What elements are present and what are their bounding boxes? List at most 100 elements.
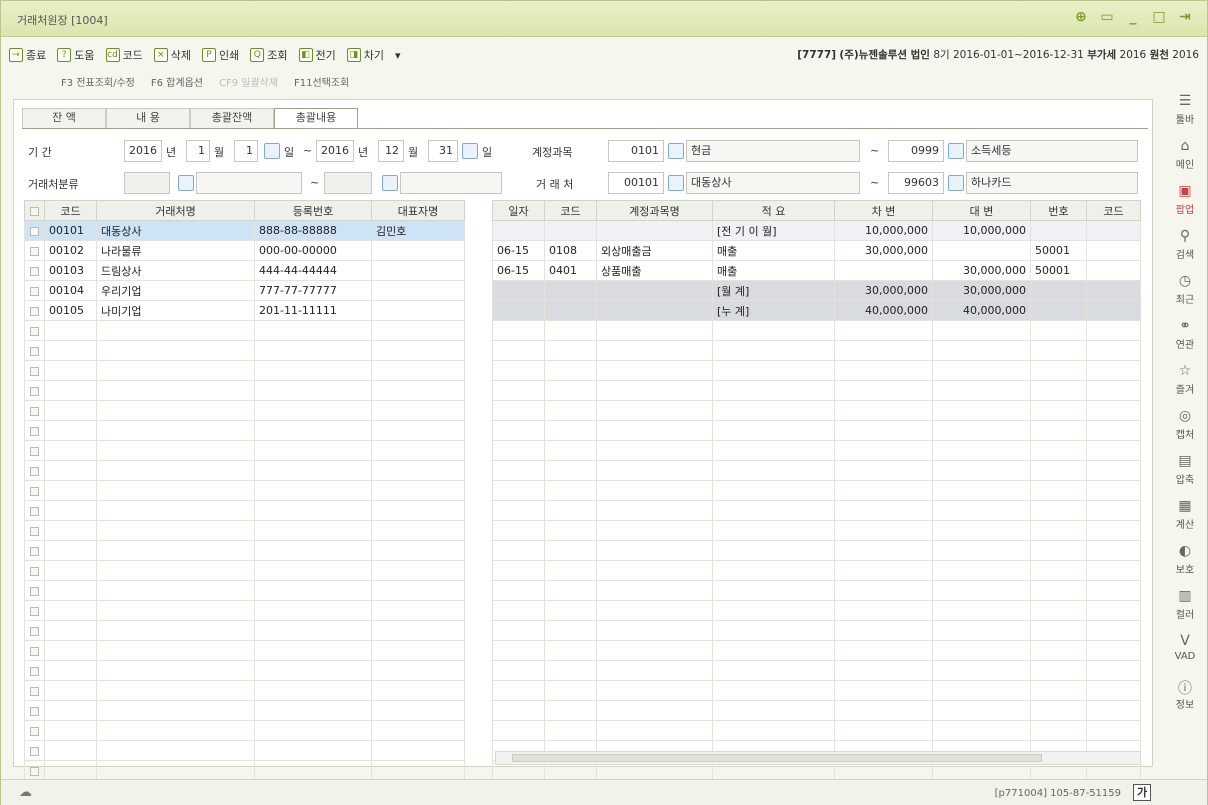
cell-code[interactable] xyxy=(544,360,597,381)
cell-code[interactable] xyxy=(44,540,97,561)
cloud-icon[interactable]: ☁ xyxy=(19,785,32,800)
cell-date[interactable] xyxy=(492,480,545,501)
cell-account[interactable] xyxy=(596,560,713,581)
cell-code[interactable] xyxy=(44,380,97,401)
cell-ceo[interactable] xyxy=(371,240,465,261)
cell-reg[interactable] xyxy=(254,580,372,601)
cell-code[interactable] xyxy=(44,620,97,641)
cell-code2[interactable] xyxy=(1086,560,1141,581)
row-checkbox[interactable] xyxy=(24,580,45,601)
cell-name[interactable] xyxy=(96,520,255,541)
cell-ceo[interactable] xyxy=(371,320,465,341)
cell-code[interactable] xyxy=(44,520,97,541)
cell-code[interactable] xyxy=(544,300,597,321)
row-checkbox[interactable] xyxy=(24,660,45,681)
col-account-name[interactable]: 계정과목명 xyxy=(596,200,713,221)
cell-date[interactable] xyxy=(492,440,545,461)
toolbar-button-1[interactable]: ? 도움 xyxy=(57,47,95,63)
cell-reg[interactable] xyxy=(254,320,372,341)
cell-code[interactable] xyxy=(544,320,597,341)
cell-debit[interactable] xyxy=(834,640,933,661)
cell-memo[interactable]: 매출 xyxy=(712,240,835,261)
cell-reg[interactable]: 201-11-11111 xyxy=(254,300,372,321)
table-row[interactable] xyxy=(24,600,465,621)
table-row[interactable] xyxy=(492,540,1141,561)
cell-date[interactable] xyxy=(492,380,545,401)
cell-account[interactable] xyxy=(596,360,713,381)
cell-debit[interactable] xyxy=(834,600,933,621)
table-row[interactable] xyxy=(492,480,1141,501)
cell-credit[interactable]: 30,000,000 xyxy=(932,260,1031,281)
cell-code[interactable] xyxy=(44,700,97,721)
table-row[interactable] xyxy=(492,460,1141,481)
cell-code[interactable]: 00105 xyxy=(44,300,97,321)
table-row[interactable]: 06-15 0401 상품매출 매출 30,000,000 50001 xyxy=(492,260,1141,281)
table-row[interactable]: 00101 대동상사 888-88-88888 김민호 xyxy=(24,220,465,241)
cell-code[interactable] xyxy=(44,740,97,761)
cell-memo[interactable] xyxy=(712,540,835,561)
cell-debit[interactable] xyxy=(834,540,933,561)
cell-reg[interactable] xyxy=(254,720,372,741)
cell-reg[interactable] xyxy=(254,560,372,581)
cell-ceo[interactable] xyxy=(371,420,465,441)
cell-name[interactable] xyxy=(96,340,255,361)
cell-code[interactable] xyxy=(44,360,97,381)
col-account-code[interactable]: 코드 xyxy=(544,200,597,221)
row-checkbox[interactable] xyxy=(24,260,45,281)
table-row[interactable]: 00105 나미기업 201-11-11111 xyxy=(24,300,465,321)
cell-code2[interactable] xyxy=(1086,580,1141,601)
cell-code[interactable] xyxy=(544,280,597,301)
row-checkbox[interactable] xyxy=(24,560,45,581)
cell-ceo[interactable] xyxy=(371,300,465,321)
cell-code[interactable] xyxy=(44,680,97,701)
lookup-icon[interactable] xyxy=(668,143,684,159)
row-checkbox[interactable] xyxy=(24,240,45,261)
cell-date[interactable] xyxy=(492,220,545,241)
cell-memo[interactable]: [월 계] xyxy=(712,280,835,301)
table-row[interactable]: 00104 우리기업 777-77-77777 xyxy=(24,280,465,301)
cell-date[interactable] xyxy=(492,360,545,381)
sidebar-item-3[interactable]: ⚲ 검색 xyxy=(1163,228,1207,273)
cell-code[interactable] xyxy=(544,400,597,421)
cell-no[interactable] xyxy=(1030,540,1087,561)
cell-name[interactable] xyxy=(96,620,255,641)
cell-name[interactable]: 드림상사 xyxy=(96,260,255,281)
table-row[interactable] xyxy=(492,520,1141,541)
table-row[interactable] xyxy=(492,720,1141,741)
sidebar-item-0[interactable]: ☰ 툴바 xyxy=(1163,93,1207,138)
cell-code[interactable]: 00103 xyxy=(44,260,97,281)
cell-reg[interactable] xyxy=(254,680,372,701)
to-year-input[interactable]: 2016 xyxy=(316,140,354,162)
cell-memo[interactable] xyxy=(712,460,835,481)
row-checkbox[interactable] xyxy=(24,360,45,381)
cell-debit[interactable] xyxy=(834,500,933,521)
select-all-checkbox[interactable] xyxy=(24,200,45,221)
cell-no[interactable] xyxy=(1030,440,1087,461)
cell-no[interactable] xyxy=(1030,380,1087,401)
cell-reg[interactable] xyxy=(254,540,372,561)
cell-code[interactable]: 0108 xyxy=(544,240,597,261)
cell-debit[interactable] xyxy=(834,520,933,541)
vendor-to-code[interactable]: 99603 xyxy=(888,172,944,194)
row-checkbox[interactable] xyxy=(24,620,45,641)
cell-debit[interactable] xyxy=(834,620,933,641)
sidebar-item-10[interactable]: ◐ 보호 xyxy=(1163,543,1207,588)
row-checkbox[interactable] xyxy=(24,520,45,541)
cell-reg[interactable] xyxy=(254,760,372,781)
cell-name[interactable] xyxy=(96,360,255,381)
cell-code[interactable] xyxy=(544,460,597,481)
toolbar-button-7[interactable]: ◨ 차기 xyxy=(346,47,384,63)
cell-credit[interactable] xyxy=(932,540,1031,561)
cell-code[interactable] xyxy=(44,460,97,481)
cell-ceo[interactable] xyxy=(371,440,465,461)
table-row[interactable] xyxy=(24,740,465,761)
cell-date[interactable] xyxy=(492,620,545,641)
cell-no[interactable] xyxy=(1030,520,1087,541)
sidebar-item-8[interactable]: ▤ 압축 xyxy=(1163,453,1207,498)
cell-date[interactable]: 06-15 xyxy=(492,260,545,281)
cell-ceo[interactable] xyxy=(371,600,465,621)
lookup-icon-3[interactable] xyxy=(178,175,194,191)
table-row[interactable] xyxy=(24,380,465,401)
cell-code2[interactable] xyxy=(1086,520,1141,541)
cell-code[interactable] xyxy=(44,760,97,781)
